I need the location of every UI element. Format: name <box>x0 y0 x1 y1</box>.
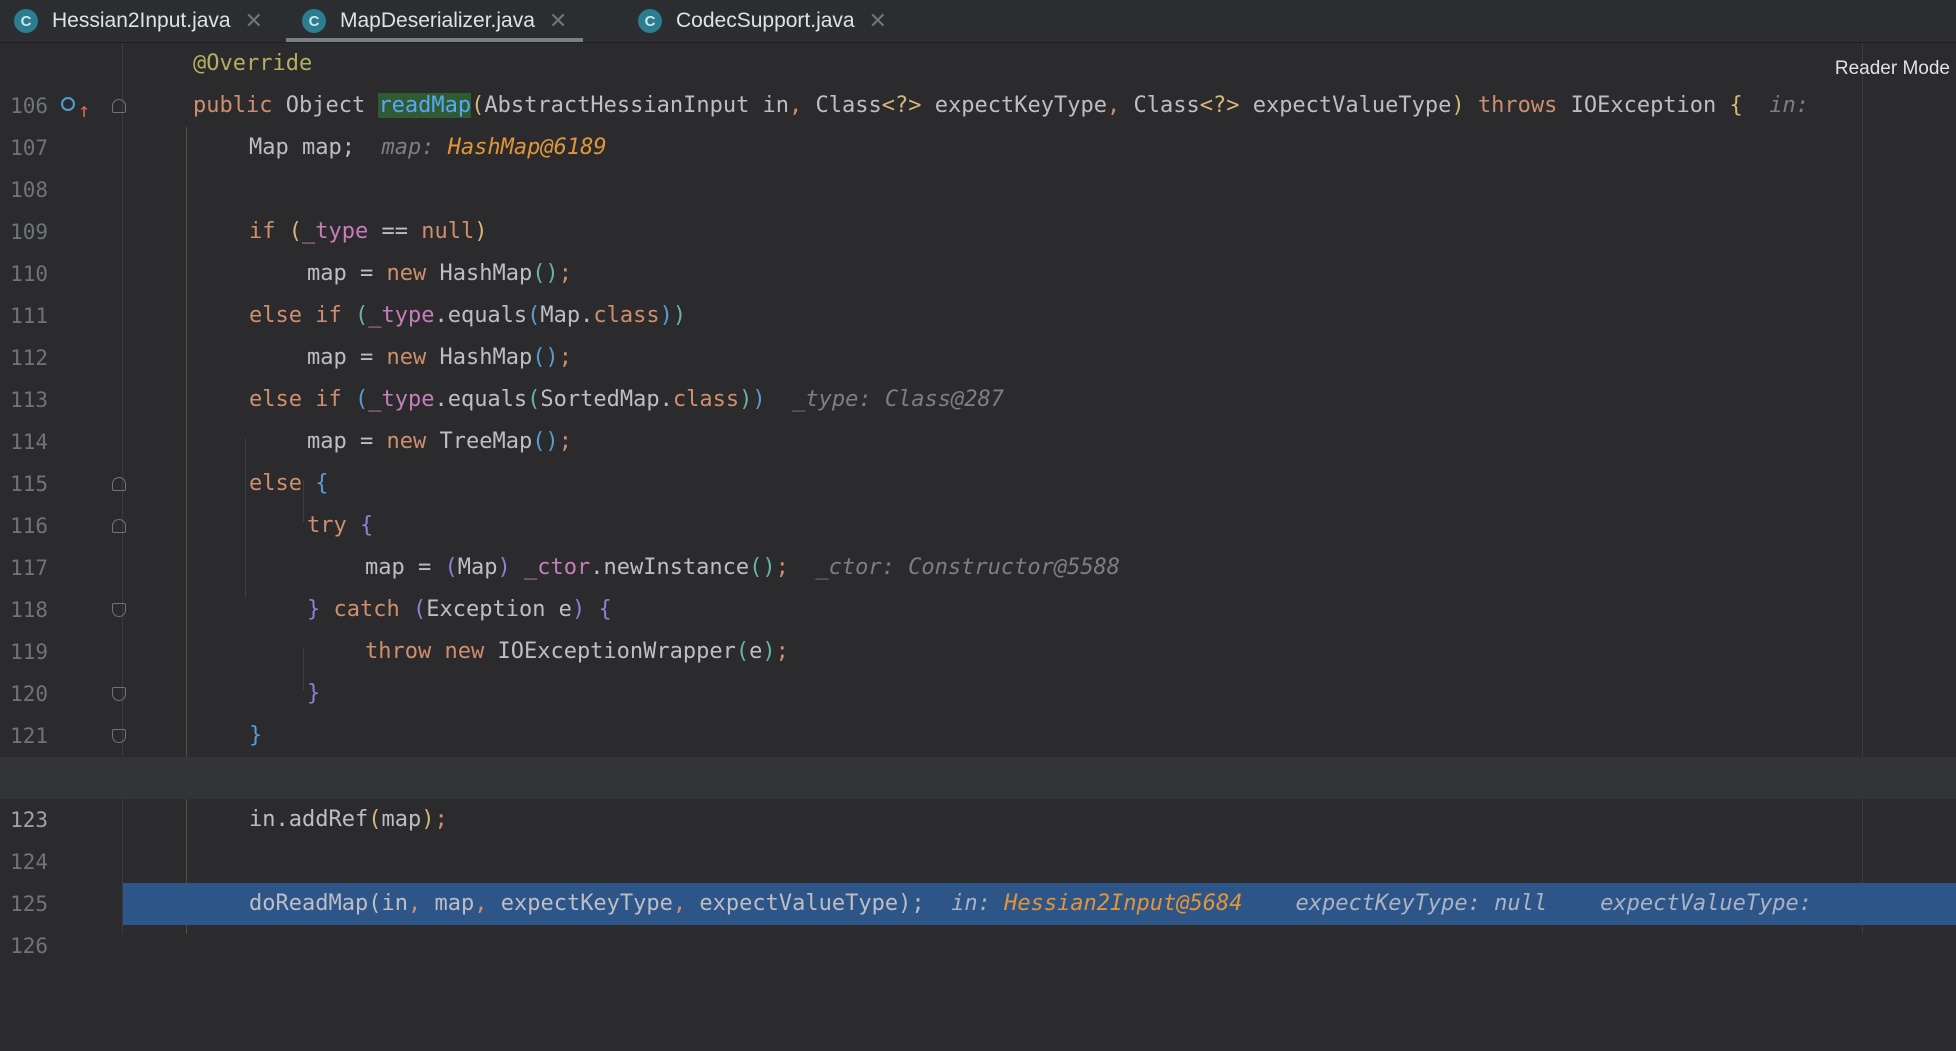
code-text: doReadMap(in, map, expectKeyType, expect… <box>249 891 1813 916</box>
code-line[interactable]: 113 map = new HashMap(); <box>0 337 1956 412</box>
code-text: } catch (Exception e) { <box>307 597 612 622</box>
method-signature: public Object readMap(AbstractHessianInp… <box>193 93 1810 118</box>
close-icon[interactable]: ✕ <box>869 10 887 32</box>
code-line[interactable]: 118 map = (Map) _ctor.newInstance(); _ct… <box>0 547 1956 622</box>
code-content: Map map; map: HashMap@6189 <box>123 127 1956 169</box>
code-text: } <box>249 723 263 748</box>
code-text: map = new HashMap(); <box>307 261 572 286</box>
code-content: public Object readMap(AbstractHessianInp… <box>123 85 1956 127</box>
java-class-icon: C <box>14 9 38 33</box>
code-line[interactable]: 121 } <box>0 673 1956 748</box>
code-content: @Override <box>123 43 1956 85</box>
code-content: in.addRef(map); <box>123 799 1956 841</box>
code-line[interactable]: 114 else if (_type.equals(SortedMap.clas… <box>0 379 1956 454</box>
java-class-icon: C <box>302 9 326 33</box>
code-content: map = new TreeMap(); <box>123 421 1956 463</box>
tab-label: MapDeserializer.java <box>340 9 535 32</box>
code-editor[interactable]: Reader Mode 106 @Override 107 ↑ public O… <box>0 43 1956 958</box>
code-text: in.addRef(map); <box>249 807 448 832</box>
code-content: else if (_type.equals(SortedMap.class)) … <box>123 379 1956 421</box>
code-content: } <box>123 673 1956 715</box>
close-icon[interactable]: ✕ <box>549 10 567 32</box>
code-content: map = new HashMap(); <box>123 253 1956 295</box>
java-class-icon: C <box>638 9 662 33</box>
code-text: } <box>307 681 321 706</box>
implements-method-icon[interactable] <box>61 97 75 111</box>
code-line[interactable]: 116 else { <box>0 463 1956 538</box>
code-text: map = (Map) _ctor.newInstance(); _ctor: … <box>365 555 1121 580</box>
go-to-super-arrow-icon[interactable]: ↑ <box>78 89 90 131</box>
tab-mapdeserializer[interactable]: C MapDeserializer.java ✕ <box>286 0 584 42</box>
close-icon[interactable]: ✕ <box>245 10 263 32</box>
code-line[interactable]: 109 <box>0 169 1956 244</box>
code-line[interactable]: 117 try { <box>0 505 1956 580</box>
code-text: if (_type == null) <box>249 219 488 244</box>
editor-tab-bar: C Hessian2Input.java ✕ C MapDeserializer… <box>0 0 1956 43</box>
line-number: 126 <box>10 934 48 958</box>
code-text: else if (_type.equals(Map.class)) <box>249 303 687 328</box>
code-content: else if (_type.equals(Map.class)) <box>123 295 1956 337</box>
code-content: } catch (Exception e) { <box>123 589 1956 631</box>
tab-hessian2input[interactable]: C Hessian2Input.java ✕ <box>14 0 263 42</box>
code-line[interactable]: 107 ↑ public Object readMap(AbstractHess… <box>0 85 1956 160</box>
code-line[interactable]: 120 throw new IOExceptionWrapper(e); <box>0 631 1956 706</box>
code-content: map = new HashMap(); <box>123 337 1956 379</box>
code-line[interactable]: 108 Map map; map: HashMap@6189 <box>0 127 1956 202</box>
code-content: throw new IOExceptionWrapper(e); <box>123 631 1956 673</box>
code-line[interactable]: 112 else if (_type.equals(Map.class)) <box>0 295 1956 370</box>
code-content: else { <box>123 463 1956 505</box>
tab-codecsupport[interactable]: C CodecSupport.java ✕ <box>638 0 887 42</box>
code-content: if (_type == null) <box>123 211 1956 253</box>
tab-label: CodecSupport.java <box>676 9 855 32</box>
code-text: try { <box>307 513 374 538</box>
tab-label: Hessian2Input.java <box>52 9 231 32</box>
code-line[interactable]: 110 if (_type == null) <box>0 211 1956 286</box>
code-line[interactable]: 122 } <box>0 715 1956 790</box>
code-line[interactable]: 106 @Override <box>0 43 1956 118</box>
code-text: map = new HashMap(); <box>307 345 572 370</box>
code-line[interactable]: 111 map = new HashMap(); <box>0 253 1956 328</box>
annotation: @Override <box>193 51 313 76</box>
code-text: Map map; map: HashMap@6189 <box>249 135 607 160</box>
code-content: doReadMap(in, map, expectKeyType, expect… <box>123 883 1956 925</box>
code-content: } <box>123 715 1956 757</box>
code-content: map = (Map) _ctor.newInstance(); _ctor: … <box>123 547 1956 589</box>
code-text: else { <box>249 471 329 496</box>
code-line-caret[interactable]: 123 <box>0 757 1956 832</box>
code-content: try { <box>123 505 1956 547</box>
code-line[interactable]: 115 map = new TreeMap(); <box>0 421 1956 496</box>
code-text: else if (_type.equals(SortedMap.class)) … <box>249 387 1005 412</box>
code-line[interactable]: 125 <box>0 841 1956 916</box>
code-line-execution-point[interactable]: 126 doReadMap(in, map, expectKeyType, ex… <box>0 883 1956 958</box>
code-text: throw new IOExceptionWrapper(e); <box>365 639 789 664</box>
code-line[interactable]: 124 in.addRef(map); <box>0 799 1956 874</box>
code-line[interactable]: 119 } catch (Exception e) { <box>0 589 1956 664</box>
code-text: map = new TreeMap(); <box>307 429 572 454</box>
